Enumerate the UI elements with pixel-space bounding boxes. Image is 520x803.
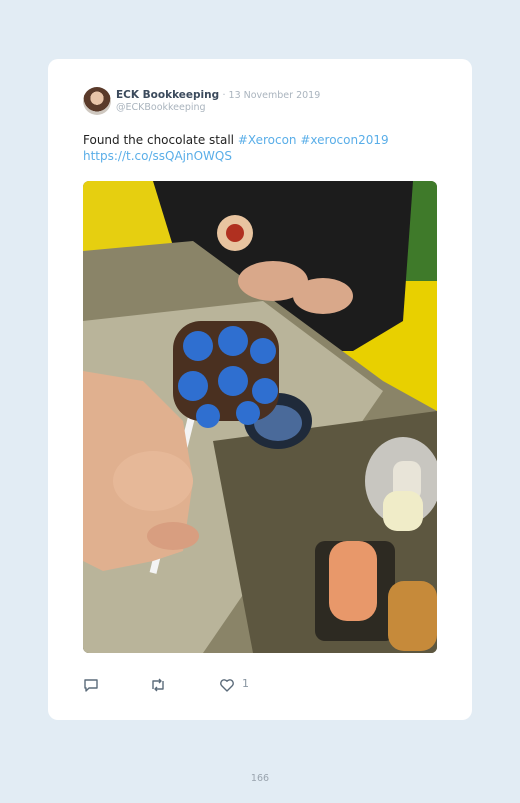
avatar[interactable] bbox=[83, 87, 111, 115]
page-number: 166 bbox=[250, 773, 270, 784]
like-count: 1 bbox=[242, 677, 249, 690]
tweet-actions: 1 bbox=[83, 677, 437, 695]
like-button[interactable] bbox=[219, 677, 235, 693]
heart-icon bbox=[220, 679, 234, 692]
reply-icon bbox=[84, 679, 98, 692]
tweet-link[interactable]: https://t.co/ssQAjnOWQS bbox=[83, 149, 232, 163]
chocolate-stall-photo bbox=[83, 181, 437, 653]
retweet-icon bbox=[152, 678, 164, 692]
author-name[interactable]: ECK Bookkeeping bbox=[116, 89, 219, 101]
tweet-date[interactable]: · 13 November 2019 bbox=[222, 90, 320, 101]
tweet-text-plain: Found the chocolate stall bbox=[83, 133, 238, 147]
hashtag-xerocon2019[interactable]: #xerocon2019 bbox=[300, 133, 388, 147]
retweet-button[interactable] bbox=[149, 677, 167, 693]
reply-button[interactable] bbox=[83, 677, 99, 693]
tweet-photo[interactable] bbox=[83, 181, 437, 653]
tweet-text: Found the chocolate stall #Xerocon #xero… bbox=[83, 132, 443, 164]
tweet-card: ECK Bookkeeping · 13 November 2019 @ECKB… bbox=[48, 59, 472, 720]
hashtag-xerocon[interactable]: #Xerocon bbox=[238, 133, 297, 147]
author-handle[interactable]: @ECKBookkeeping bbox=[116, 101, 206, 114]
